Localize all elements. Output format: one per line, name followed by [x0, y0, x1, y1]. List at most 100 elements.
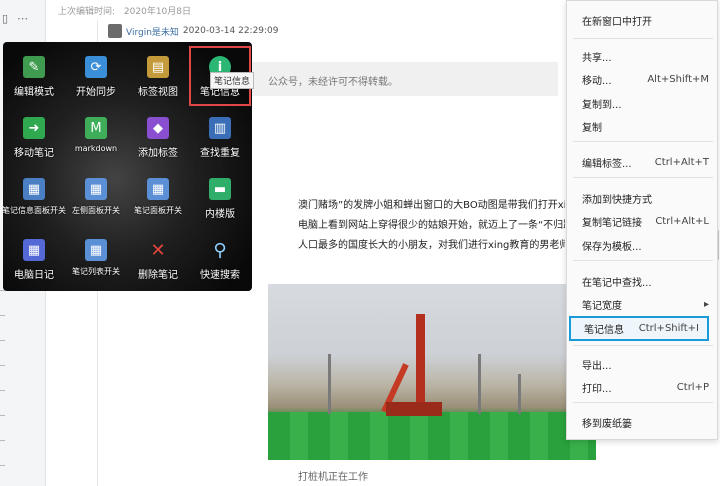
- menu-item-label: 在笔记中查找...: [582, 277, 652, 289]
- menu-item-export[interactable]: 导出...: [567, 354, 719, 374]
- tool-label: 删除笔记: [138, 270, 178, 281]
- tool-button-move-note[interactable]: ➜ 移动笔记: [3, 107, 65, 167]
- photo-tower: [328, 354, 331, 414]
- author-name[interactable]: Virgin是未知: [126, 25, 179, 38]
- submenu-arrow-icon: ▸: [703, 298, 709, 310]
- photo-tower: [478, 354, 481, 414]
- more-options-icon[interactable]: ⋯: [17, 12, 28, 25]
- tool-button-find-duplicate[interactable]: ▥ 查找重复: [189, 107, 251, 167]
- find-duplicate-icon: ▥: [209, 117, 231, 139]
- menu-item-save-template[interactable]: 保存为模板...: [567, 235, 719, 255]
- move-note-icon: ➜: [23, 117, 45, 139]
- menu-item-note-width[interactable]: 笔记宽度 ▸: [567, 294, 719, 314]
- menu-separator: [573, 141, 713, 142]
- menu-item-label: 移动...: [582, 75, 612, 87]
- menu-item-label: 笔记信息: [584, 325, 624, 336]
- markdown-icon: M: [85, 117, 107, 139]
- menu-item-move-to-trash[interactable]: 移到废纸篓: [567, 412, 719, 432]
- tool-button-tag-view[interactable]: ▤ 标签视图: [127, 46, 189, 106]
- context-menu: 在新窗口中打开 共享... 移动... Alt+Shift+M 复制到... 复制…: [566, 0, 718, 440]
- tool-label: markdown: [74, 144, 118, 153]
- paragraph-line: 澳门赌场”的发牌小姐和蝉出窗口的大BO动图是带我们打开xing启蒙之门: [298, 200, 565, 211]
- tool-label: 添加标签: [138, 148, 178, 159]
- menu-item-label: 笔记宽度: [582, 300, 622, 312]
- last-edit-info: 上次编辑时间: 2020年10月8日: [58, 4, 197, 17]
- menu-item-open-new-window[interactable]: 在新窗口中打开: [567, 10, 719, 30]
- menu-item-find-in-note[interactable]: 在笔记中查找...: [567, 271, 719, 291]
- tool-label: 电脑日记: [14, 270, 54, 281]
- tool-button-info-panel-toggle[interactable]: ▦ 笔记信息面板开关: [3, 168, 66, 228]
- note-list-toggle-icon: ▦: [85, 239, 107, 261]
- menu-item-label: 编辑标签...: [582, 158, 632, 170]
- menu-item-label: 复制笔记链接: [582, 217, 642, 229]
- tool-label: 移动笔记: [14, 148, 54, 159]
- menu-item-label: 复制到...: [582, 99, 622, 111]
- edit-mode-icon: ✎: [23, 56, 45, 78]
- menu-item-edit-tags[interactable]: 编辑标签... Ctrl+Alt+T: [567, 152, 719, 172]
- photo-pile-driver: [416, 314, 425, 414]
- author-row: Virgin是未知 2020-03-14 22:29:09: [108, 24, 279, 38]
- menu-item-share[interactable]: 共享...: [567, 46, 719, 66]
- tool-button-markdown[interactable]: Mmarkdown: [65, 107, 127, 167]
- post-date: 2020-03-14 22:29:09: [182, 26, 279, 36]
- menu-separator: [573, 38, 713, 39]
- info-panel-toggle-icon: ▦: [23, 178, 45, 200]
- menu-item-shortcut: Alt+Shift+M: [647, 73, 709, 85]
- tool-label: 内楼版: [205, 209, 235, 220]
- menu-item-label: 移到废纸篓: [582, 418, 632, 430]
- menu-item-label: 保存为模板...: [582, 241, 642, 253]
- divider: [0, 390, 5, 391]
- divider: [0, 415, 5, 416]
- tool-button-calendar[interactable]: ▦ 电脑日记: [3, 229, 65, 289]
- menu-item-copy[interactable]: 复制: [567, 116, 719, 136]
- article-photo: [268, 284, 596, 460]
- last-edit-label: 上次编辑时间:: [58, 7, 116, 17]
- photo-tower: [518, 374, 521, 414]
- menu-item-label: 在新窗口中打开: [582, 16, 652, 28]
- menu-item-copy-note-link[interactable]: 复制笔记链接 Ctrl+Alt+L: [567, 211, 719, 231]
- menu-separator: [573, 260, 713, 261]
- menu-item-note-info[interactable]: 笔记信息 Ctrl+Shift+I: [569, 316, 709, 341]
- tool-button-search[interactable]: ⚲ 快速搜索: [189, 229, 251, 289]
- tool-label: 笔记信息面板开关: [3, 206, 66, 215]
- tool-label: 快速搜索: [200, 270, 240, 281]
- menu-item-label: 复制: [582, 122, 602, 134]
- tool-button-trash-can[interactable]: ▬ 内楼版: [189, 168, 251, 228]
- tool-button-delete[interactable]: ✕ 删除笔记: [127, 229, 189, 289]
- photo-caption: 打桩机正在工作: [298, 472, 368, 483]
- menu-item-label: 共享...: [582, 52, 612, 64]
- tool-label: 编辑模式: [14, 87, 54, 98]
- photo-pile-driver-base: [386, 402, 442, 416]
- menu-item-shortcut: Ctrl+Shift+I: [638, 323, 699, 334]
- tool-button-note-list-toggle[interactable]: ▦ 笔记列表开关: [65, 229, 127, 289]
- menu-item-add-shortcut[interactable]: 添加到快捷方式: [567, 188, 719, 208]
- tool-button-left-panel-toggle[interactable]: ▦ 左侧面板开关: [65, 168, 127, 228]
- menu-separator: [573, 345, 713, 346]
- menu-separator: [573, 177, 713, 178]
- menu-item-label: 添加到快捷方式: [582, 194, 652, 206]
- tool-label: 笔记列表开关: [72, 267, 120, 276]
- add-tag-icon: ◆: [147, 117, 169, 139]
- quote-text: 公众号，未经许可不得转载。: [268, 77, 398, 88]
- divider: [0, 440, 5, 441]
- trash-can-icon: ▬: [209, 178, 231, 200]
- note-panel-toggle-icon: ▦: [147, 178, 169, 200]
- paragraph-line: 人口最多的国度长大的小朋友，对我们进行xing教育的男老师，基本...: [298, 240, 565, 251]
- tool-button-note-panel-toggle[interactable]: ▦ 笔记面板开关: [127, 168, 189, 228]
- menu-item-print[interactable]: 打印... Ctrl+P: [567, 377, 719, 397]
- search-icon: ⚲: [213, 239, 227, 261]
- tooltip: 笔记信息: [210, 72, 255, 89]
- panel-toggle-icon[interactable]: ▯: [2, 12, 8, 25]
- delete-icon: ✕: [150, 239, 166, 261]
- menu-item-shortcut: Ctrl+Alt+T: [654, 156, 709, 168]
- tool-button-add-tag[interactable]: ◆ 添加标签: [127, 107, 189, 167]
- tool-label: 查找重复: [200, 148, 240, 159]
- menu-item-move[interactable]: 移动... Alt+Shift+M: [567, 69, 719, 89]
- calendar-icon: ▦: [23, 239, 45, 261]
- tool-button-sync[interactable]: ⟳ 开始同步: [65, 46, 127, 106]
- last-edit-value: 2020年10月8日: [123, 7, 192, 17]
- divider: [0, 340, 5, 341]
- menu-item-copy-to[interactable]: 复制到...: [567, 93, 719, 113]
- tool-button-edit-mode[interactable]: ✎ 编辑模式: [3, 46, 65, 106]
- divider: [0, 315, 5, 316]
